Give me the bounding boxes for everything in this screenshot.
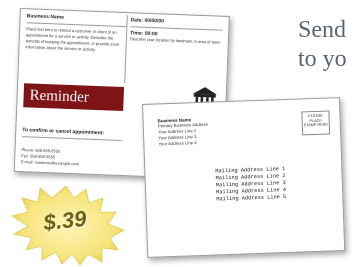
- mailing-address: Mailing Address Line 1 Mailing Address L…: [215, 165, 326, 204]
- divider: [22, 136, 123, 142]
- mailing-postcard: Business Name Primary Business Address Y…: [142, 97, 346, 258]
- intro-text: Place text here to remind a customer or …: [25, 26, 120, 52]
- date-label: Date: 00/00/00: [130, 17, 165, 25]
- reminder-intro-section: Business Name Place text here to remind …: [25, 13, 127, 54]
- return-address: Business Name Primary Business Address Y…: [158, 115, 249, 147]
- contact-info: Phone: 555-555-5555 Fax: 555-555-5555 E-…: [21, 147, 122, 169]
- headline-line-1: Send: [298, 17, 346, 43]
- stamp-placeholder: PLEASE PLACE STAMP HERE: [301, 110, 331, 136]
- promo-headline: Send to yo: [298, 16, 356, 74]
- headline-line-2: to yo: [298, 46, 347, 72]
- business-name: Business Name: [26, 13, 65, 21]
- appointment-details: Date: 00/00/00 Time: 00:00 Describe your…: [130, 17, 223, 46]
- confirm-section: To confirm or cancel appointment:: [22, 127, 123, 144]
- confirm-heading: To confirm or cancel appointment:: [22, 127, 105, 137]
- reminder-banner: Reminder: [23, 83, 125, 112]
